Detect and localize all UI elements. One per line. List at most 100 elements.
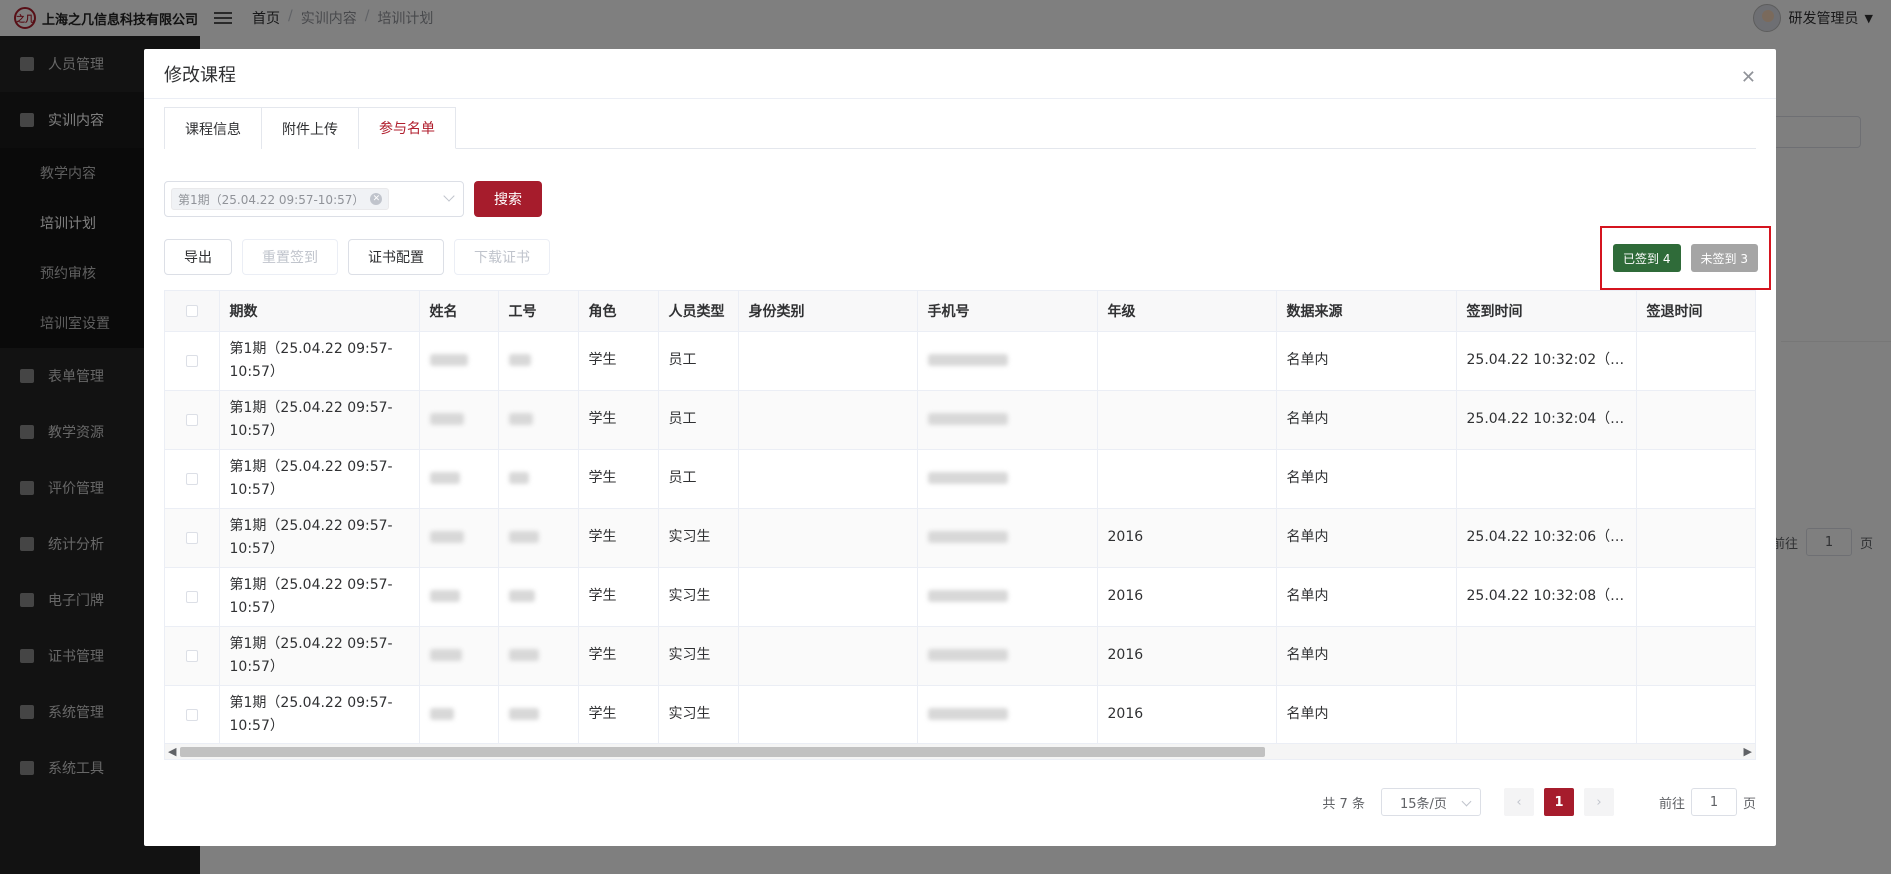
row-checkbox[interactable] [185,708,198,721]
cell-source: 名单内 [1276,567,1457,627]
pagination: 共 7 条 15条/页 ‹ 1 › 前往 1 页 [1322,788,1756,816]
cell-source: 名单内 [1276,626,1457,686]
row-select-cell [165,685,220,745]
col-header-period: 期数 [219,291,420,332]
page-number-current[interactable]: 1 [1543,788,1574,816]
cell-source: 名单内 [1276,331,1457,391]
cell-staff-id-redacted [498,567,579,627]
not-signed-in-badge[interactable]: 未签到 3 [1690,244,1758,272]
cell-identity [738,567,918,627]
period-select[interactable]: 第1期（25.04.22 09:57-10:57） ✕ [164,181,464,217]
tag-close-icon[interactable]: ✕ [370,193,383,205]
cell-signout [1636,626,1755,686]
dialog-tabs: 课程信息 附件上传 参与名单 [164,107,1756,149]
cell-name-redacted [419,390,499,450]
cell-staff-id-redacted [498,331,579,391]
table-row[interactable]: 第1期（25.04.22 09:57-10:57） 学生 实习生 2016 名单内 [165,685,1755,745]
row-select-cell [165,626,220,686]
col-header-signout: 签退时间 [1636,291,1755,332]
cell-phone-redacted [917,449,1098,509]
table-row[interactable]: 第1期（25.04.22 09:57-10:57） 学生 实习生 2016 名单内 25.… [165,567,1755,627]
scroll-left-icon[interactable]: ◀ [168,745,176,758]
participants-table: 期数 姓名 工号 角色 人员类型 身份类别 手机号 年级 数据来源 签到时间 签… [164,290,1756,760]
tab-course-info[interactable]: 课程信息 [164,107,262,149]
row-checkbox[interactable] [185,590,198,603]
next-page-icon[interactable]: › [1583,788,1614,816]
row-checkbox[interactable] [185,649,198,662]
signed-in-badge[interactable]: 已签到 4 [1613,244,1681,272]
cell-period: 第1期（25.04.22 09:57-10:57） [219,390,420,450]
row-select-cell [165,331,220,391]
signin-status-highlight: 已签到 4 未签到 3 [1600,226,1771,290]
scrollbar-thumb[interactable] [180,747,1265,757]
select-all-cell [165,291,220,332]
export-button[interactable]: 导出 [164,239,232,275]
cell-name-redacted [419,449,499,509]
table-row[interactable]: 第1期（25.04.22 09:57-10:57） 学生 员工 名单内 25.04.22… [165,331,1755,391]
cell-identity [738,685,918,745]
cell-grade [1097,390,1277,450]
page-size-select[interactable]: 15条/页 [1380,788,1481,816]
table-row[interactable]: 第1期（25.04.22 09:57-10:57） 学生 实习生 2016 名单内 [165,626,1755,686]
certificate-config-button[interactable]: 证书配置 [348,239,444,275]
download-certificate-button[interactable]: 下载证书 [454,239,550,275]
cell-signin: 25.04.22 10:32:02（手动签到） [1456,331,1637,391]
cell-signin [1456,626,1637,686]
cell-signout [1636,331,1755,391]
table-row[interactable]: 第1期（25.04.22 09:57-10:57） 学生 员工 名单内 [165,449,1755,509]
cell-grade [1097,449,1277,509]
pagination-total: 共 7 条 [1322,796,1365,812]
search-button[interactable]: 搜索 [474,181,542,217]
row-select-cell [165,508,220,568]
cell-staff-id-redacted [498,685,579,745]
cell-staff-id-redacted [498,390,579,450]
row-checkbox[interactable] [185,472,198,485]
cell-phone-redacted [917,331,1098,391]
close-icon[interactable]: ✕ [1741,67,1756,88]
cell-name-redacted [419,508,499,568]
horizontal-scrollbar[interactable]: ◀ ▶ [165,743,1755,759]
period-tag-label: 第1期（25.04.22 09:57-10:57） [178,192,365,207]
cell-type: 员工 [658,449,739,509]
filter-row: 第1期（25.04.22 09:57-10:57） ✕ 搜索 [164,181,542,217]
prev-page-icon[interactable]: ‹ [1503,788,1534,816]
col-header-staff-id: 工号 [498,291,579,332]
cell-signout [1636,390,1755,450]
cell-role: 学生 [578,626,659,686]
cell-grade: 2016 [1097,508,1277,568]
goto-suffix: 页 [1742,796,1756,812]
table-row[interactable]: 第1期（25.04.22 09:57-10:57） 学生 员工 名单内 25.04.22… [165,390,1755,450]
row-checkbox[interactable] [185,531,198,544]
cell-phone-redacted [917,390,1098,450]
scroll-right-icon[interactable]: ▶ [1744,745,1752,758]
row-checkbox[interactable] [185,354,198,367]
tab-participants[interactable]: 参与名单 [359,107,456,149]
cell-phone-redacted [917,626,1098,686]
cell-role: 学生 [578,390,659,450]
col-header-signin: 签到时间 [1456,291,1637,332]
cell-signin [1456,449,1637,509]
cell-staff-id-redacted [498,626,579,686]
goto-page-input[interactable]: 1 [1690,788,1737,816]
cell-name-redacted [419,685,499,745]
col-header-phone: 手机号 [917,291,1098,332]
cell-identity [738,390,918,450]
cell-identity [738,508,918,568]
row-checkbox[interactable] [185,413,198,426]
select-all-checkbox[interactable] [185,304,198,317]
cell-phone-redacted [917,508,1098,568]
cell-name-redacted [419,626,499,686]
cell-phone-redacted [917,685,1098,745]
cell-name-redacted [419,567,499,627]
reset-signin-button[interactable]: 重置签到 [242,239,338,275]
cell-signin [1456,685,1637,745]
tab-attachments[interactable]: 附件上传 [262,107,359,149]
cell-period: 第1期（25.04.22 09:57-10:57） [219,508,420,568]
table-row[interactable]: 第1期（25.04.22 09:57-10:57） 学生 实习生 2016 名单内 25.… [165,508,1755,568]
col-header-role: 角色 [578,291,659,332]
cell-signin: 25.04.22 10:32:04（手动签到） [1456,390,1637,450]
table-header-row: 期数 姓名 工号 角色 人员类型 身份类别 手机号 年级 数据来源 签到时间 签… [165,291,1755,332]
row-select-cell [165,390,220,450]
cell-role: 学生 [578,685,659,745]
goto-label: 前往 [1658,796,1685,812]
